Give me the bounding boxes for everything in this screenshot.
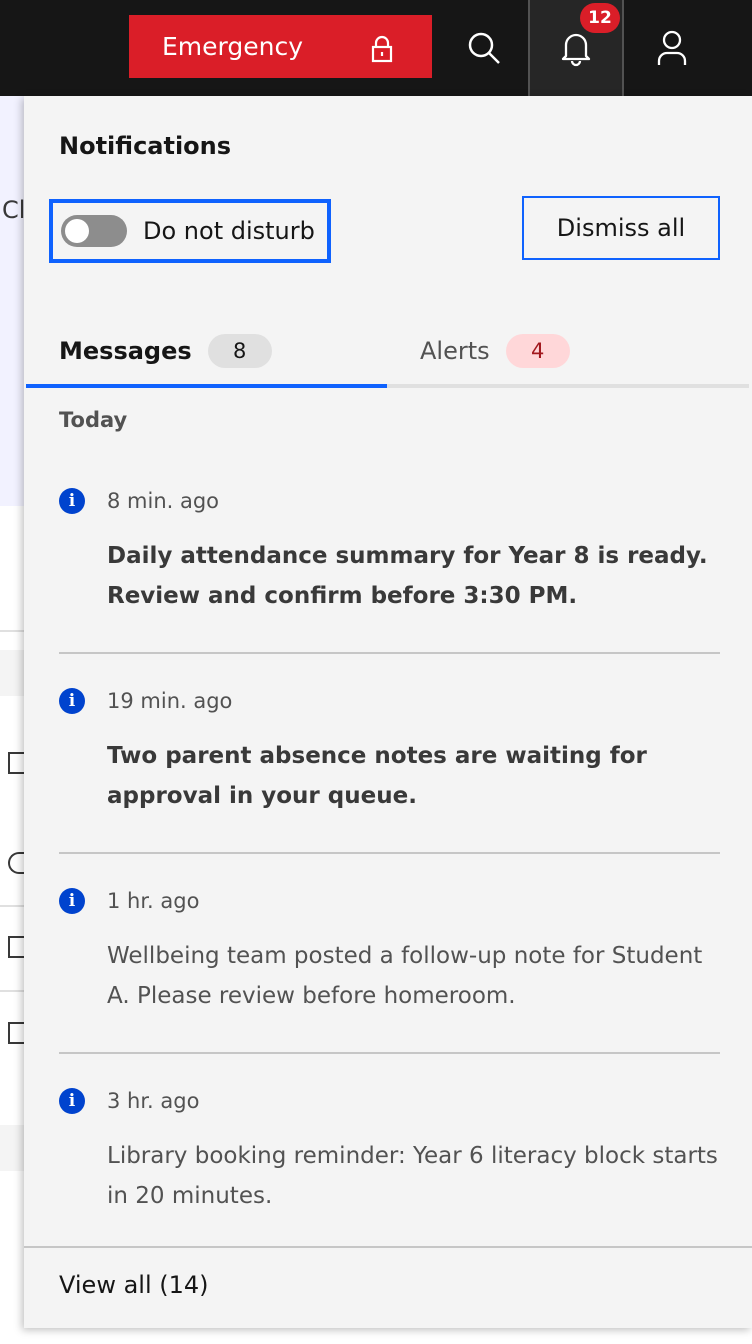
notification-time: 1 hr. ago (107, 889, 200, 913)
bell-icon (561, 33, 591, 67)
dismiss-all-button[interactable]: Dismiss all (522, 196, 720, 260)
do-not-disturb-toggle[interactable]: Do not disturb (49, 199, 331, 263)
tab-count-badge: 8 (207, 334, 272, 368)
notification-time: 19 min. ago (107, 689, 233, 713)
notification-item[interactable]: i 19 min. ago Two parent absence notes a… (59, 686, 719, 816)
notification-time: 3 hr. ago (107, 1089, 200, 1113)
background-divider (0, 990, 24, 992)
group-label-today: Today (59, 408, 128, 432)
info-icon: i (59, 888, 85, 914)
top-header: Emergency 12 (0, 0, 752, 96)
user-profile-button[interactable] (624, 0, 720, 96)
background-divider (0, 630, 24, 632)
notification-item[interactable]: i 3 hr. ago Library booking reminder: Ye… (59, 1086, 719, 1216)
background-icon (8, 752, 24, 774)
notification-text: Daily attendance summary for Year 8 is r… (107, 543, 708, 609)
background-icon (8, 852, 24, 874)
notification-text: Two parent absence notes are waiting for… (107, 743, 647, 809)
tab-count-badge: 4 (505, 334, 570, 368)
emergency-button[interactable]: Emergency (129, 15, 432, 78)
notification-item[interactable]: i 8 min. ago Daily attendance summary fo… (59, 486, 719, 616)
toggle-switch[interactable] (61, 215, 127, 247)
tab-messages[interactable]: Messages 8 (26, 318, 387, 388)
background-icon (8, 1022, 24, 1044)
background-field (0, 650, 24, 696)
notifications-panel: Notifications Do not disturb Dismiss all… (24, 96, 752, 1328)
info-icon: i (59, 1088, 85, 1114)
notification-text: Wellbeing team posted a follow-up note f… (107, 943, 703, 1009)
divider (59, 852, 720, 854)
info-icon: i (59, 688, 85, 714)
tab-label: Messages (59, 337, 192, 365)
background-divider (0, 905, 24, 907)
view-all-link[interactable]: View all (14) (59, 1271, 209, 1299)
lock-icon (371, 35, 393, 63)
background-icon (8, 936, 24, 958)
notification-item[interactable]: i 1 hr. ago Wellbeing team posted a foll… (59, 886, 719, 1016)
do-not-disturb-label: Do not disturb (143, 217, 315, 245)
divider (59, 652, 720, 654)
tab-list: Messages 8 Alerts 4 (24, 318, 752, 388)
tab-label: Alerts (420, 337, 490, 365)
user-icon (657, 30, 687, 65)
tab-alerts[interactable]: Alerts 4 (387, 318, 749, 388)
background-text-fragment: Cl (2, 196, 26, 224)
notification-count-badge: 12 (580, 3, 620, 33)
panel-title: Notifications (59, 132, 232, 160)
info-icon: i (59, 488, 85, 514)
background-field (0, 1125, 24, 1171)
notification-time: 8 min. ago (107, 489, 220, 513)
search-icon (468, 32, 500, 64)
background-banner (0, 96, 24, 506)
divider (59, 1052, 720, 1054)
footer-divider (24, 1246, 752, 1248)
emergency-label: Emergency (162, 32, 304, 61)
search-button[interactable] (440, 0, 528, 96)
notification-text: Library booking reminder: Year 6 literac… (107, 1143, 718, 1209)
